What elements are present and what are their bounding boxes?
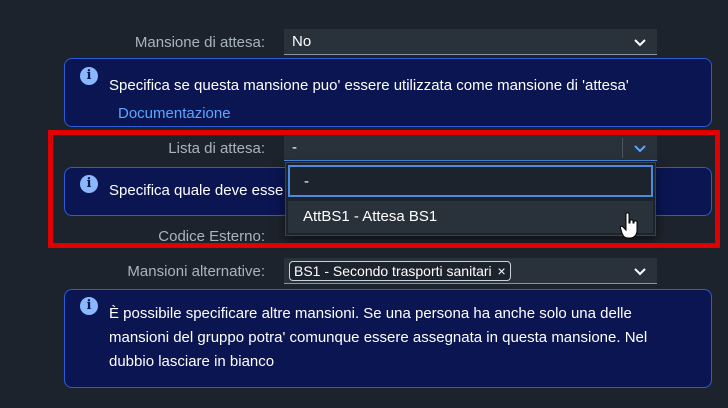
mansione-attesa-info-text: Specifica se questa mansione puo' essere…	[109, 77, 629, 94]
mansione-token: BS1 - Secondo trasporti sanitari ×	[289, 261, 511, 281]
mansioni-alternative-info-line1: È possibile specificare altre mansioni. …	[109, 305, 632, 322]
lista-attesa-value: -	[292, 139, 297, 156]
info-icon: i	[80, 297, 98, 315]
lista-attesa-label: Lista di attesa:	[168, 140, 265, 157]
codice-esterno-label: Codice Esterno:	[158, 228, 265, 245]
documentazione-link[interactable]: Documentazione	[118, 105, 231, 122]
dropdown-option-label: AttBS1 - Attesa BS1	[303, 208, 438, 225]
info-icon: i	[80, 67, 98, 85]
mansione-attesa-value: No	[292, 33, 312, 50]
token-remove-icon[interactable]: ×	[498, 263, 506, 279]
mansioni-alternative-info-box: i È possibile specificare altre mansioni…	[64, 289, 712, 388]
chevron-down-icon[interactable]	[633, 264, 647, 278]
mansioni-alternative-multiselect[interactable]: BS1 - Secondo trasporti sanitari ×	[284, 258, 657, 284]
lista-attesa-info-text: Specifica quale deve esse	[109, 182, 284, 199]
dropdown-option[interactable]: AttBS1 - Attesa BS1	[288, 201, 653, 233]
chevron-down-icon	[634, 39, 646, 47]
mansione-attesa-label: Mansione di attesa:	[134, 34, 265, 51]
hand-cursor-icon	[620, 212, 638, 239]
dropdown-search-value: -	[304, 173, 309, 190]
mansione-attesa-info-box: i Specifica se questa mansione puo' esse…	[64, 58, 712, 127]
info-icon: i	[80, 175, 98, 193]
mansioni-alternative-info-line2: mansioni del gruppo potra' comunque esse…	[109, 329, 648, 346]
lista-attesa-dropdown: - AttBS1 - Attesa BS1	[285, 162, 656, 236]
lista-attesa-select[interactable]: -	[284, 135, 657, 161]
mansione-token-label: BS1 - Secondo trasporti sanitari	[294, 263, 492, 279]
mansione-attesa-select[interactable]: No	[284, 29, 657, 55]
dropdown-search-input[interactable]: -	[288, 165, 653, 197]
mansioni-alternative-label: Mansioni alternative:	[127, 263, 265, 280]
chevron-down-icon[interactable]	[633, 141, 647, 155]
select-divider	[622, 138, 623, 158]
mansioni-alternative-info-line3: dubbio lasciare in bianco	[109, 353, 275, 370]
